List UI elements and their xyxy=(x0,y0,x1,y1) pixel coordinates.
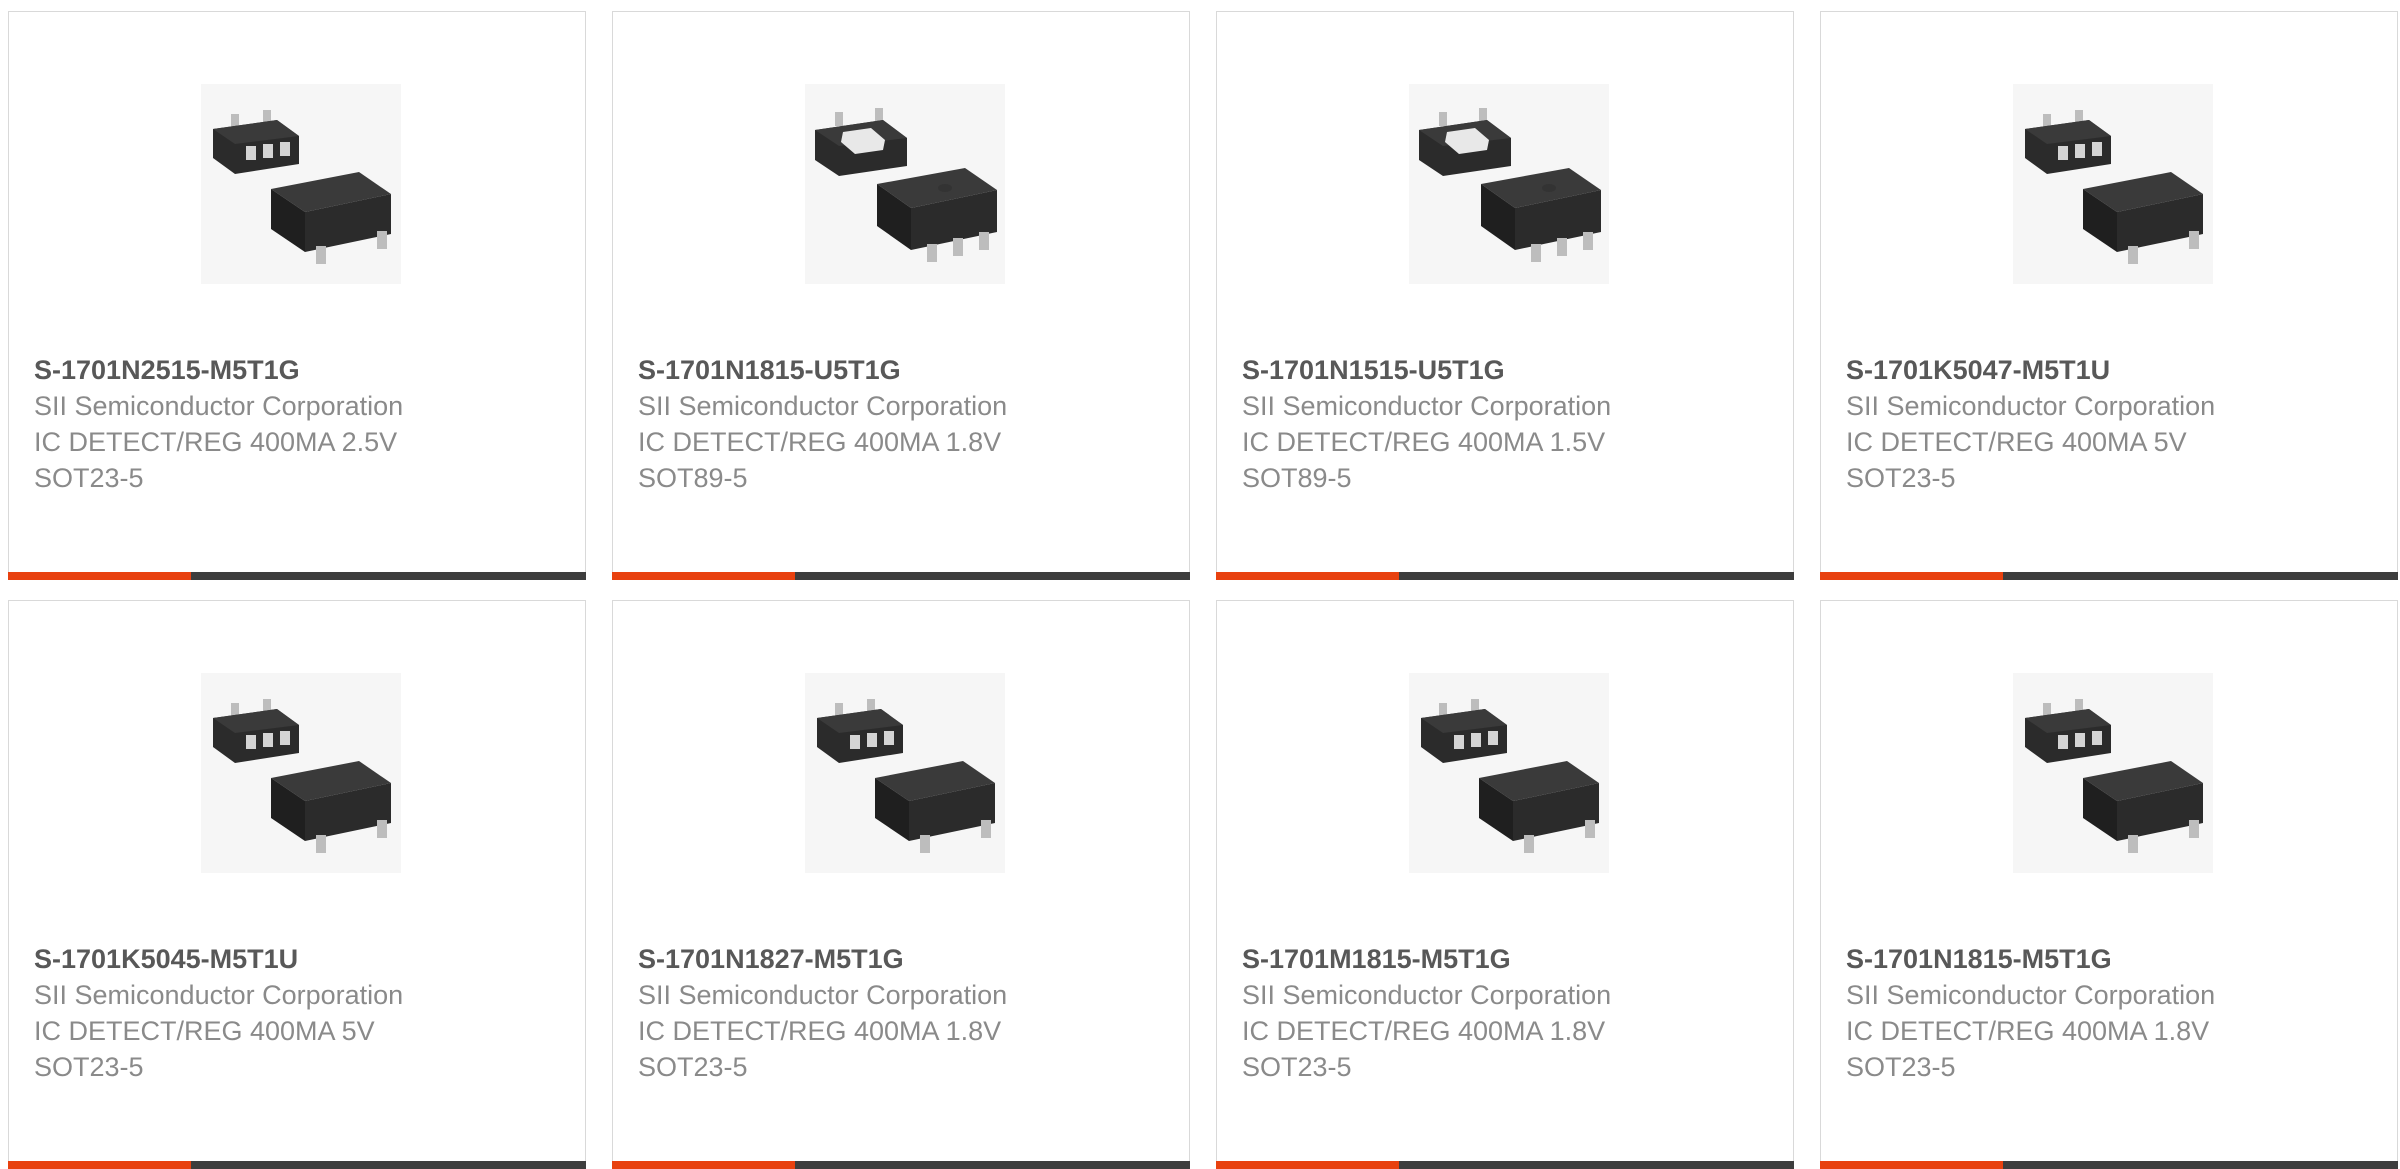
manufacturer: SII Semiconductor Corporation xyxy=(1242,980,1612,1010)
manufacturer: SII Semiconductor Corporation xyxy=(1846,980,2216,1010)
card-footer-bar xyxy=(1216,1161,1794,1169)
product-description: IC DETECT/REG 400MA 2.5V xyxy=(34,427,398,457)
product-card[interactable]: S-1701K5047-M5T1U SII Semiconductor Corp… xyxy=(1820,11,2398,580)
sot23-5-package-icon xyxy=(2013,84,2213,284)
package-type: SOT89-5 xyxy=(638,463,748,493)
product-info: S-1701N1515-U5T1G SII Semiconductor Corp… xyxy=(1242,352,1611,496)
part-number[interactable]: S-1701N1515-U5T1G xyxy=(1242,352,1611,388)
package-type: SOT89-5 xyxy=(1242,463,1352,493)
product-description: IC DETECT/REG 400MA 1.8V xyxy=(1242,1016,1606,1046)
product-description: IC DETECT/REG 400MA 1.8V xyxy=(1846,1016,2210,1046)
sot23-5-package-icon xyxy=(805,673,1005,873)
part-number[interactable]: S-1701K5045-M5T1U xyxy=(34,941,403,977)
product-card[interactable]: S-1701N1815-U5T1G SII Semiconductor Corp… xyxy=(612,11,1190,580)
sot89-5-package-icon xyxy=(1409,84,1609,284)
sot89-5-package-icon xyxy=(805,84,1005,284)
card-footer-bar xyxy=(1820,572,2398,580)
part-number[interactable]: S-1701N1827-M5T1G xyxy=(638,941,1007,977)
accent-stripe xyxy=(1216,1161,1399,1169)
accent-stripe xyxy=(1820,1161,2003,1169)
part-number[interactable]: S-1701N1815-U5T1G xyxy=(638,352,1007,388)
product-card[interactable]: S-1701K5045-M5T1U SII Semiconductor Corp… xyxy=(8,600,586,1169)
product-description: IC DETECT/REG 400MA 5V xyxy=(1846,427,2187,457)
sot23-5-package-icon xyxy=(201,84,401,284)
product-card[interactable]: S-1701N2515-M5T1G SII Semiconductor Corp… xyxy=(8,11,586,580)
product-description: IC DETECT/REG 400MA 1.5V xyxy=(1242,427,1606,457)
product-description: IC DETECT/REG 400MA 1.8V xyxy=(638,1016,1002,1046)
package-type: SOT23-5 xyxy=(1846,463,1956,493)
accent-stripe xyxy=(8,572,191,580)
manufacturer: SII Semiconductor Corporation xyxy=(638,980,1008,1010)
product-card[interactable]: S-1701N1515-U5T1G SII Semiconductor Corp… xyxy=(1216,11,1794,580)
product-card[interactable]: S-1701N1815-M5T1G SII Semiconductor Corp… xyxy=(1820,600,2398,1169)
product-info: S-1701N1815-M5T1G SII Semiconductor Corp… xyxy=(1846,941,2215,1085)
accent-stripe xyxy=(1820,572,2003,580)
manufacturer: SII Semiconductor Corporation xyxy=(34,391,404,421)
card-footer-bar xyxy=(1216,572,1794,580)
accent-stripe xyxy=(612,572,795,580)
manufacturer: SII Semiconductor Corporation xyxy=(1846,391,2216,421)
sot23-5-package-icon xyxy=(201,673,401,873)
package-type: SOT23-5 xyxy=(1242,1052,1352,1082)
card-footer-bar xyxy=(612,572,1190,580)
card-footer-bar xyxy=(612,1161,1190,1169)
part-number[interactable]: S-1701N1815-M5T1G xyxy=(1846,941,2215,977)
product-description: IC DETECT/REG 400MA 1.8V xyxy=(638,427,1002,457)
card-footer-bar xyxy=(8,1161,586,1169)
accent-stripe xyxy=(8,1161,191,1169)
product-description: IC DETECT/REG 400MA 5V xyxy=(34,1016,375,1046)
manufacturer: SII Semiconductor Corporation xyxy=(1242,391,1612,421)
package-type: SOT23-5 xyxy=(34,463,144,493)
product-card[interactable]: S-1701N1827-M5T1G SII Semiconductor Corp… xyxy=(612,600,1190,1169)
part-number[interactable]: S-1701M1815-M5T1G xyxy=(1242,941,1611,977)
part-number[interactable]: S-1701K5047-M5T1U xyxy=(1846,352,2215,388)
card-footer-bar xyxy=(8,572,586,580)
product-info: S-1701M1815-M5T1G SII Semiconductor Corp… xyxy=(1242,941,1611,1085)
package-type: SOT23-5 xyxy=(34,1052,144,1082)
accent-stripe xyxy=(612,1161,795,1169)
product-info: S-1701N1815-U5T1G SII Semiconductor Corp… xyxy=(638,352,1007,496)
product-info: S-1701K5045-M5T1U SII Semiconductor Corp… xyxy=(34,941,403,1085)
part-number[interactable]: S-1701N2515-M5T1G xyxy=(34,352,403,388)
card-footer-bar xyxy=(1820,1161,2398,1169)
manufacturer: SII Semiconductor Corporation xyxy=(638,391,1008,421)
manufacturer: SII Semiconductor Corporation xyxy=(34,980,404,1010)
sot23-5-package-icon xyxy=(2013,673,2213,873)
product-info: S-1701N2515-M5T1G SII Semiconductor Corp… xyxy=(34,352,403,496)
accent-stripe xyxy=(1216,572,1399,580)
package-type: SOT23-5 xyxy=(1846,1052,1956,1082)
sot23-5-package-icon xyxy=(1409,673,1609,873)
package-type: SOT23-5 xyxy=(638,1052,748,1082)
product-info: S-1701N1827-M5T1G SII Semiconductor Corp… xyxy=(638,941,1007,1085)
product-grid: S-1701N2515-M5T1G SII Semiconductor Corp… xyxy=(8,11,2398,1169)
product-card[interactable]: S-1701M1815-M5T1G SII Semiconductor Corp… xyxy=(1216,600,1794,1169)
product-info: S-1701K5047-M5T1U SII Semiconductor Corp… xyxy=(1846,352,2215,496)
